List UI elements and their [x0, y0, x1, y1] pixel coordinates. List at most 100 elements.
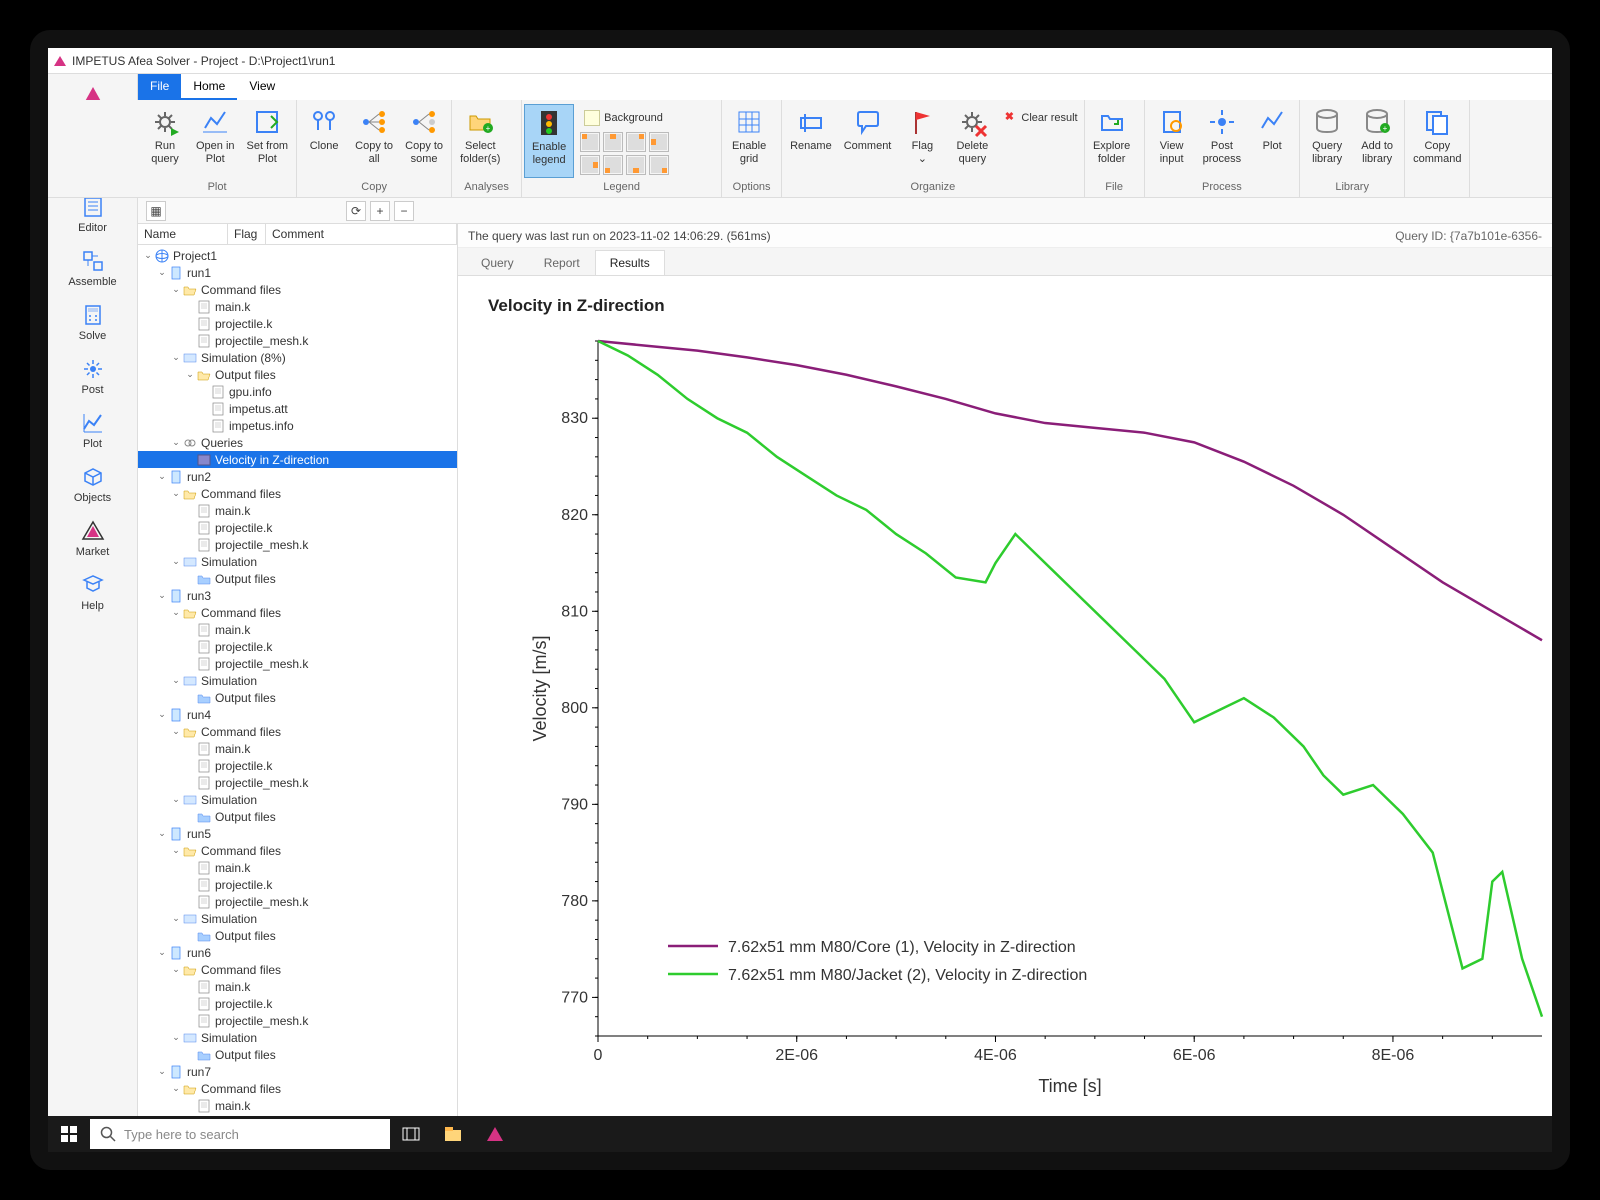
tree-cmdfiles-run1[interactable]: ⌄Command files	[138, 281, 457, 298]
nav-solve[interactable]: Solve	[63, 296, 123, 348]
run-query-button[interactable]: Runquery	[140, 104, 190, 178]
tree-sim-run1[interactable]: ⌄Simulation (8%)	[138, 349, 457, 366]
comment-button[interactable]: Comment	[838, 104, 898, 178]
tree-run3[interactable]: ⌄run3	[138, 587, 457, 604]
view-input-button[interactable]: Viewinput	[1147, 104, 1197, 178]
nav-plot[interactable]: Plot	[63, 404, 123, 456]
tree-header-name[interactable]: Name	[138, 224, 228, 244]
tree-cmdfiles-run4[interactable]: ⌄Command files	[138, 723, 457, 740]
tree-projfile[interactable]: projectile.k	[138, 519, 457, 536]
tree-velocity-z[interactable]: Velocity in Z-direction	[138, 451, 457, 468]
query-library-button[interactable]: Querylibrary	[1302, 104, 1352, 178]
tree-tool-2[interactable]: ⟳	[346, 201, 366, 221]
taskbar-search[interactable]: Type here to search	[90, 1119, 390, 1149]
nav-market[interactable]: Market	[63, 512, 123, 564]
copy-to-some-button[interactable]: Copy tosome	[399, 104, 449, 178]
menu-home[interactable]: Home	[181, 74, 237, 100]
enable-legend-button[interactable]: Enablelegend	[524, 104, 574, 178]
legend-pos-6[interactable]	[626, 155, 646, 175]
clear-result-button[interactable]: ✖Clear result	[997, 108, 1081, 128]
tree-projfile[interactable]: projectile.k	[138, 315, 457, 332]
tree-projfile[interactable]: projectile.k	[138, 876, 457, 893]
add-to-library-button[interactable]: +Add tolibrary	[1352, 104, 1402, 178]
clone-button[interactable]: Clone	[299, 104, 349, 178]
tree-output-run6[interactable]: Output files	[138, 1046, 457, 1063]
background-toggle[interactable]: Background	[580, 108, 669, 128]
legend-pos-7[interactable]	[649, 155, 669, 175]
tree-mainfile[interactable]: main.k	[138, 621, 457, 638]
tree-sim-run6[interactable]: ⌄Simulation	[138, 1029, 457, 1046]
taskbar-impetus[interactable]	[474, 1116, 516, 1152]
tab-report[interactable]: Report	[529, 250, 595, 275]
tree-projmeshfile[interactable]: projectile_mesh.k	[138, 536, 457, 553]
taskbar-app-1[interactable]	[390, 1116, 432, 1152]
tree-cmdfiles-run5[interactable]: ⌄Command files	[138, 842, 457, 859]
delete-query-button[interactable]: Deletequery	[947, 104, 997, 178]
legend-pos-2[interactable]	[626, 132, 646, 152]
tree-queries[interactable]: ⌄Queries	[138, 434, 457, 451]
taskbar-explorer[interactable]	[432, 1116, 474, 1152]
tree-tool-4[interactable]: −	[394, 201, 414, 221]
tree-mainfile[interactable]: main.k	[138, 502, 457, 519]
tree-sim-run4[interactable]: ⌄Simulation	[138, 791, 457, 808]
tree-tool-3[interactable]: +	[370, 201, 390, 221]
tree-run4[interactable]: ⌄run4	[138, 706, 457, 723]
legend-pos-0[interactable]	[580, 132, 600, 152]
tree-header-flag[interactable]: Flag	[228, 224, 266, 244]
tab-query[interactable]: Query	[466, 250, 529, 275]
tree-output-run1[interactable]: ⌄Output files	[138, 366, 457, 383]
rename-button[interactable]: Rename	[784, 104, 838, 178]
start-button[interactable]	[48, 1116, 90, 1152]
tree-run2[interactable]: ⌄run2	[138, 468, 457, 485]
tree-projmeshfile[interactable]: projectile_mesh.k	[138, 774, 457, 791]
tree-tool-1[interactable]: ▦	[146, 201, 166, 221]
tree-projmeshfile[interactable]: projectile_mesh.k	[138, 893, 457, 910]
tree-projfile[interactable]: projectile.k	[138, 995, 457, 1012]
copy-to-all-button[interactable]: Copy toall	[349, 104, 399, 178]
set-from-plot-button[interactable]: Set fromPlot	[241, 104, 295, 178]
legend-pos-4[interactable]	[580, 155, 600, 175]
tree-run6[interactable]: ⌄run6	[138, 944, 457, 961]
tree-sim-run5[interactable]: ⌄Simulation	[138, 910, 457, 927]
tree-projmeshfile[interactable]: projectile_mesh.k	[138, 1012, 457, 1029]
tree-mainfile[interactable]: main.k	[138, 298, 457, 315]
legend-pos-1[interactable]	[603, 132, 623, 152]
nav-post[interactable]: Post	[63, 350, 123, 402]
menu-view[interactable]: View	[237, 74, 287, 100]
tree-run1[interactable]: ⌄run1	[138, 264, 457, 281]
tree-mainfile[interactable]: main.k	[138, 859, 457, 876]
tree-output-run4[interactable]: Output files	[138, 808, 457, 825]
select-folders-button[interactable]: +Selectfolder(s)	[454, 104, 506, 178]
tree-gpu[interactable]: gpu.info	[138, 383, 457, 400]
enable-grid-button[interactable]: Enablegrid	[724, 104, 774, 178]
nav-assemble[interactable]: Assemble	[63, 242, 123, 294]
post-process-button[interactable]: Postprocess	[1197, 104, 1248, 178]
tree-cmdfiles-run6[interactable]: ⌄Command files	[138, 961, 457, 978]
explore-folder-button[interactable]: Explorefolder	[1087, 104, 1137, 178]
flag-button[interactable]: Flag⌄	[897, 104, 947, 178]
tree-output-run5[interactable]: Output files	[138, 927, 457, 944]
tree-projmeshfile[interactable]: projectile_mesh.k	[138, 655, 457, 672]
tree-run7[interactable]: ⌄run7	[138, 1063, 457, 1080]
project-tree[interactable]: ⌄Project1⌄run1⌄Command filesmain.kprojec…	[138, 245, 457, 1116]
tree-mainfile[interactable]: main.k	[138, 1097, 457, 1114]
tree-project[interactable]: ⌄Project1	[138, 247, 457, 264]
legend-pos-5[interactable]	[603, 155, 623, 175]
legend-pos-3[interactable]	[649, 132, 669, 152]
tree-projmeshfile[interactable]: projectile_mesh.k	[138, 332, 457, 349]
menu-file[interactable]: File	[138, 74, 181, 100]
tree-run5[interactable]: ⌄run5	[138, 825, 457, 842]
tab-results[interactable]: Results	[595, 250, 665, 275]
tree-projfile[interactable]: projectile.k	[138, 757, 457, 774]
tree-mainfile[interactable]: main.k	[138, 740, 457, 757]
open-in-plot-button[interactable]: Open inPlot	[190, 104, 241, 178]
nav-help[interactable]: Help	[63, 566, 123, 618]
plot-button[interactable]: Plot	[1247, 104, 1297, 178]
tree-att[interactable]: impetus.att	[138, 400, 457, 417]
tree-cmdfiles-run3[interactable]: ⌄Command files	[138, 604, 457, 621]
tree-cmdfiles-run2[interactable]: ⌄Command files	[138, 485, 457, 502]
tree-sim-run2[interactable]: ⌄Simulation	[138, 553, 457, 570]
tree-cmdfiles-run7[interactable]: ⌄Command files	[138, 1080, 457, 1097]
copy-command-button[interactable]: Copycommand	[1407, 104, 1467, 178]
nav-objects[interactable]: Objects	[63, 458, 123, 510]
